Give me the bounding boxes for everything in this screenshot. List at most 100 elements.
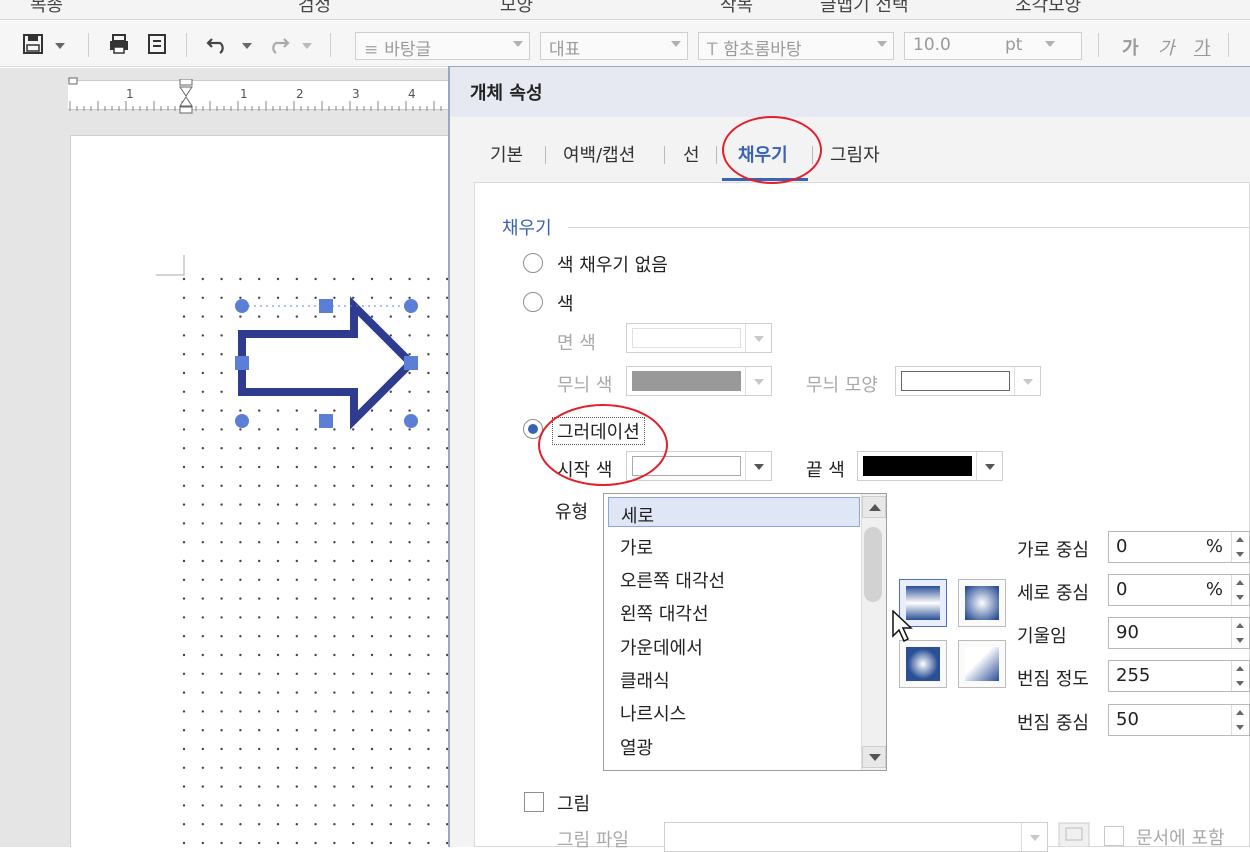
tab-basic[interactable]: 기본 (490, 141, 523, 167)
top-menu-item[interactable]: 목종 (30, 0, 63, 17)
pattern-color-picker[interactable] (626, 366, 772, 396)
grid-dot (389, 747, 392, 751)
grid-dot (295, 635, 298, 638)
top-menu-item[interactable]: 작목 (720, 0, 753, 17)
tab-shadow[interactable]: 그림자 (830, 141, 880, 167)
grid-dot (239, 578, 242, 581)
spin-arrows-icon[interactable] (1231, 661, 1249, 691)
browse-picture-icon[interactable] (1058, 822, 1090, 847)
color-fill-radio[interactable] (523, 292, 543, 312)
list-item[interactable]: 가로 (608, 530, 860, 560)
top-menu-item[interactable]: 조각모양 (1015, 0, 1081, 17)
style-select[interactable]: ≡ 바탕글 (355, 32, 530, 60)
spin-arrows-icon[interactable] (1231, 575, 1249, 605)
dialog-title-bar[interactable]: 개체 속성 (450, 67, 1250, 117)
gradient-square-button[interactable] (899, 640, 947, 688)
grid-dot (258, 672, 261, 675)
grid-dot (389, 691, 392, 694)
resize-handle[interactable] (404, 414, 418, 428)
gradient-corner-button[interactable] (958, 640, 1006, 688)
tab-margin-caption[interactable]: 여백/캡션 (563, 141, 635, 167)
top-menu-item[interactable]: 글맵기 선택 (820, 0, 909, 17)
picture-file-input[interactable] (664, 822, 1048, 852)
chevron-down-icon[interactable] (302, 43, 312, 49)
spin-arrows-icon[interactable] (1231, 532, 1249, 562)
include-in-doc-checkbox[interactable] (1104, 826, 1124, 846)
resize-handle[interactable] (319, 299, 333, 313)
arrow-shape[interactable] (228, 292, 428, 438)
grid-dot (370, 503, 374, 506)
bold-button[interactable]: 가 (1122, 34, 1139, 60)
scrollbar-thumb[interactable] (864, 527, 882, 602)
horizontal-ruler[interactable]: 1 1 2 3 4 (68, 77, 448, 114)
top-menu-item[interactable]: 모양 (500, 0, 533, 17)
grid-dot (295, 578, 298, 581)
indent-marker-icon[interactable] (176, 79, 196, 115)
grid-dot (408, 729, 411, 732)
face-color-picker[interactable] (626, 323, 772, 353)
redo-icon[interactable] (268, 33, 290, 55)
paragraph-select[interactable]: 대표 (540, 32, 688, 60)
grid-dot (201, 578, 204, 581)
grid-dot (201, 296, 204, 299)
font-select[interactable]: T 함초롬바탕 (698, 32, 894, 60)
grid-dot (427, 804, 430, 807)
resize-handle[interactable] (235, 299, 249, 313)
resize-handle[interactable] (404, 356, 418, 370)
preview-icon[interactable] (146, 33, 168, 55)
spin-arrows-icon[interactable] (1231, 705, 1249, 735)
tab-divider (716, 146, 717, 164)
grid-dot (220, 804, 223, 807)
list-item[interactable]: 열광 (608, 730, 860, 760)
spread-center-input[interactable]: 50 (1108, 704, 1250, 736)
scroll-down-icon[interactable] (862, 746, 886, 768)
grid-dot (314, 635, 317, 638)
resize-handle[interactable] (319, 414, 333, 428)
underline-button[interactable]: 가 (1194, 34, 1211, 60)
top-menu-item[interactable]: 검정 (298, 0, 331, 17)
list-item[interactable]: 왼쪽 대각선 (608, 596, 860, 626)
list-item[interactable]: 오른쪽 대각선 (608, 563, 860, 593)
gradient-radial-button[interactable] (958, 579, 1006, 627)
spin-arrows-icon[interactable] (1231, 618, 1249, 648)
grid-dot (182, 804, 186, 807)
grid-dot (352, 653, 355, 657)
v-center-input[interactable]: 0 % (1108, 574, 1250, 606)
h-center-input[interactable]: 0 % (1108, 531, 1250, 563)
formatting-toolbar: ≡ 바탕글 대표 T 함초롬바탕 10.0 pt 가 가 가 (0, 21, 1250, 67)
italic-button[interactable]: 가 (1158, 34, 1175, 60)
end-color-picker[interactable] (857, 451, 1003, 481)
list-item[interactable]: 클래식 (608, 663, 860, 693)
pattern-shape-label: 무늬 모양 (806, 375, 878, 396)
grid-dot (370, 823, 374, 826)
grid-dot (276, 635, 280, 638)
resize-handle[interactable] (404, 299, 418, 313)
grid-dot (408, 503, 411, 506)
pattern-shape-picker[interactable] (895, 366, 1041, 396)
print-icon[interactable] (108, 33, 130, 55)
resize-handle[interactable] (235, 414, 249, 428)
chevron-down-icon[interactable] (242, 43, 252, 49)
resize-handle[interactable] (235, 356, 249, 370)
scroll-up-icon[interactable] (862, 496, 886, 518)
spread-input[interactable]: 255 (1108, 660, 1250, 692)
chevron-down-icon[interactable] (55, 43, 65, 49)
list-item[interactable]: 나르시스 (608, 696, 860, 726)
picture-checkbox[interactable] (524, 792, 544, 812)
no-fill-radio[interactable] (523, 253, 543, 273)
undo-icon[interactable] (206, 33, 228, 55)
save-icon[interactable] (22, 33, 44, 55)
tilt-input[interactable]: 90 (1108, 617, 1250, 649)
list-item[interactable]: 가운데에서 (608, 630, 860, 660)
list-item[interactable]: 세로 (608, 497, 860, 527)
tilt-label: 기울임 (1017, 626, 1067, 647)
font-size-spinner[interactable]: 10.0 pt (904, 32, 1082, 60)
tab-line[interactable]: 선 (683, 141, 700, 167)
grid-dot (333, 804, 336, 807)
grid-dot (314, 597, 317, 600)
gradient-type-list[interactable]: 세로 가로 오른쪽 대각선 왼쪽 대각선 가운데에서 클래식 나르시스 열광 (603, 493, 887, 771)
grid-dot (408, 841, 411, 845)
grid-dot (427, 653, 430, 657)
margin-marker-icon[interactable] (68, 77, 78, 87)
grid-dot (239, 710, 242, 713)
